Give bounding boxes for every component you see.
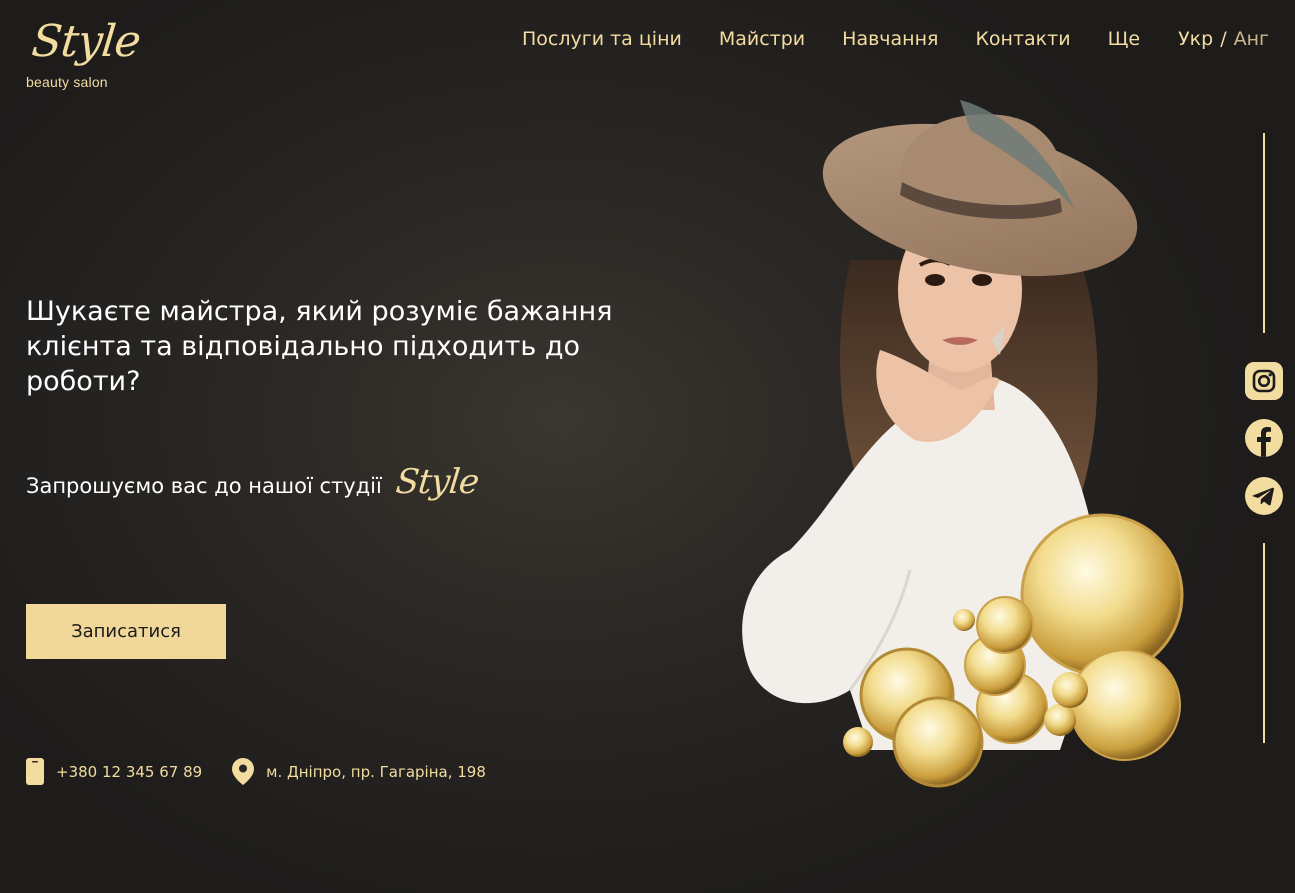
nav-item-services[interactable]: Послуги та ціни [522,28,682,50]
hero-headline: Шукаєте майстра, який розуміє бажання кл… [26,296,613,397]
facebook-link[interactable] [1245,419,1283,457]
hero-brand: Style [393,462,481,502]
model-portrait-image [742,100,1184,788]
book-button[interactable]: Записатися [26,604,226,659]
rail-line-top [1263,133,1265,333]
phone-icon [26,758,44,785]
lang-eng[interactable]: Анг [1234,28,1269,50]
facebook-icon [1245,419,1283,457]
logo-script: Style [29,16,143,67]
nav-item-more[interactable]: Ще [1108,28,1140,50]
location-pin-icon [232,758,255,785]
language-switcher: Укр / Анг [1178,28,1269,50]
lang-separator: / [1220,28,1227,50]
address-contact[interactable]: м. Дніпро, пр. Гагаріна, 198 [232,758,486,785]
main-nav: Послуги та ціни Майстри Навчання Контакт… [522,28,1269,50]
rail-line-bottom [1263,543,1265,743]
contacts-bar: +380 12 345 67 89 м. Дніпро, пр. Гагарін… [26,758,486,785]
nav-item-contacts[interactable]: Контакти [975,28,1070,50]
nav-item-training[interactable]: Навчання [842,28,938,50]
phone-contact[interactable]: +380 12 345 67 89 [26,758,202,785]
instagram-icon [1245,362,1283,400]
telegram-link[interactable] [1245,477,1283,515]
logo-subtitle: beauty salon [26,74,108,90]
logo[interactable]: Style beauty salon [26,14,156,94]
hero-invite: Запрошуємо вас до нашої студії Style [26,462,481,502]
hero-invite-text: Запрошуємо вас до нашої студії [26,474,382,498]
address-text: м. Дніпро, пр. Гагаріна, 198 [266,762,486,781]
telegram-icon [1245,477,1283,515]
lang-ukr[interactable]: Укр [1178,28,1213,50]
phone-number: +380 12 345 67 89 [56,762,203,781]
nav-item-masters[interactable]: Майстри [719,28,805,50]
instagram-link[interactable] [1245,362,1283,400]
